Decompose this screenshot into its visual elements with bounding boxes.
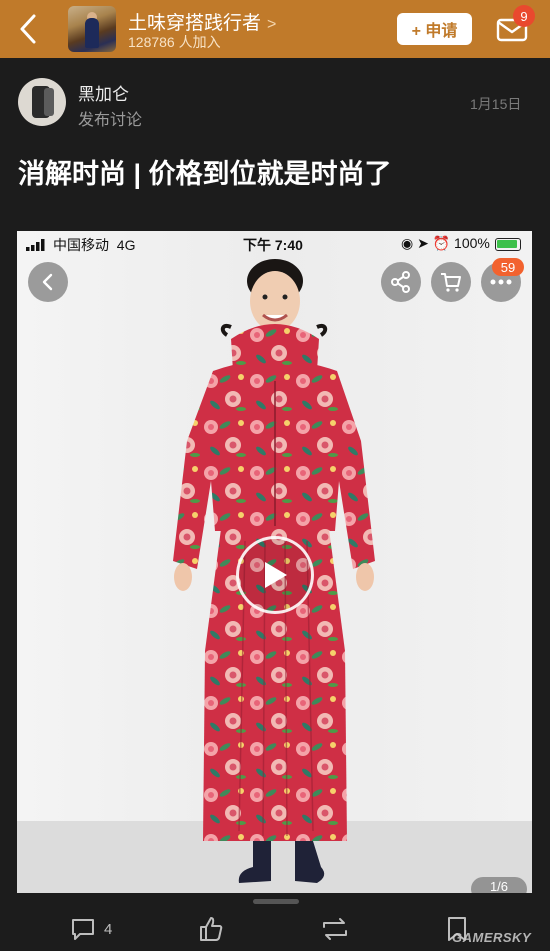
repost-icon: [323, 918, 347, 940]
notification-badge: 59: [492, 258, 524, 276]
author-name[interactable]: 黑加仑: [78, 80, 129, 105]
drag-handle[interactable]: [253, 899, 299, 904]
comment-button[interactable]: 4: [70, 915, 112, 943]
page-indicator: 1/6: [471, 877, 527, 893]
post-type-label: 发布讨论: [78, 112, 143, 129]
comment-count: 4: [104, 920, 113, 938]
group-name[interactable]: 土味穿搭践行者 >: [128, 8, 276, 35]
post-date: 1月15日: [470, 96, 522, 112]
group-avatar[interactable]: [68, 6, 116, 52]
repost-button[interactable]: [320, 915, 350, 943]
group-member-count: 128786 人加入: [128, 34, 221, 50]
signal-icon: [26, 239, 45, 251]
share-icon[interactable]: [381, 262, 421, 302]
status-carrier: 中国移动 4G: [53, 237, 136, 253]
chevron-left-icon[interactable]: [14, 12, 44, 46]
group-header: 土味穿搭践行者 > 128786 人加入 + 申请 9: [0, 0, 550, 58]
like-button[interactable]: [198, 915, 224, 943]
apply-button[interactable]: + 申请: [397, 13, 472, 45]
back-icon[interactable]: [28, 262, 68, 302]
play-icon[interactable]: [236, 536, 314, 614]
like-icon: [200, 917, 223, 941]
post-title: 消解时尚 | 价格到位就是时尚了: [18, 159, 392, 189]
cart-icon[interactable]: [431, 262, 471, 302]
status-battery-text: ◉ ➤ ⏰ 100%: [401, 235, 490, 251]
chevron-right-icon: >: [267, 16, 277, 33]
watermark: GAMERSKY: [452, 930, 532, 945]
mail-badge: 9: [513, 5, 535, 27]
comment-icon: [72, 919, 94, 940]
battery-icon: [495, 238, 521, 251]
status-bar: 中国移动 4G 下午 7:40 ◉ ➤ ⏰ 100%: [17, 231, 532, 257]
avatar[interactable]: [18, 78, 66, 126]
status-time: 下午 7:40: [243, 237, 303, 253]
post-image[interactable]: 中国移动 4G 下午 7:40 ◉ ➤ ⏰ 100% 59 1/6: [17, 231, 532, 893]
